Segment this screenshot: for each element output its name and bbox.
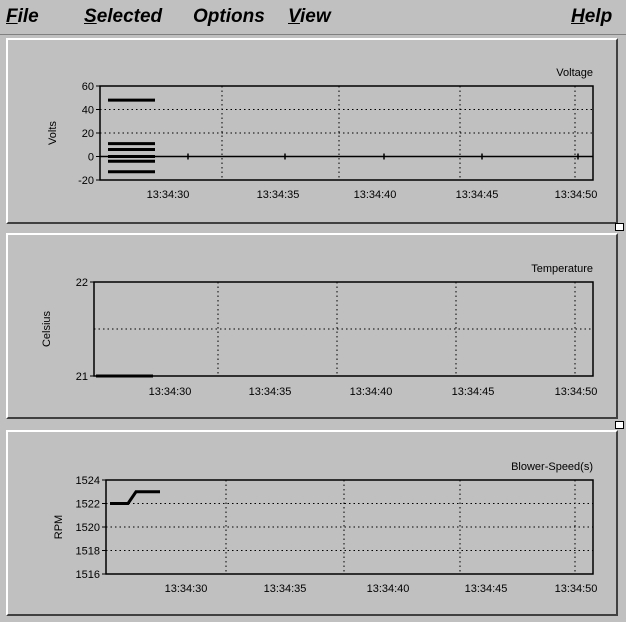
y-tick-label: 22 bbox=[76, 277, 88, 289]
menu-file[interactable]: File bbox=[6, 6, 39, 28]
x-tick-label: 13:34:45 bbox=[465, 583, 508, 595]
x-tick-label: 13:34:45 bbox=[452, 386, 495, 398]
y-tick-label: 0 bbox=[88, 152, 94, 164]
menu-bar: File Selected Options View Help bbox=[0, 0, 626, 35]
y-tick-label: 1522 bbox=[76, 499, 100, 511]
x-tick-label: 13:34:30 bbox=[149, 386, 192, 398]
y-tick-label: 40 bbox=[82, 105, 94, 117]
y-tick-label: 60 bbox=[82, 81, 94, 93]
y-tick-label: -20 bbox=[78, 175, 94, 187]
temperature-chart: 22 21 13:34:30 13:34:35 13:34:40 13:34:45 13:3… bbox=[41, 263, 598, 398]
x-tick-label: 13:34:35 bbox=[257, 189, 300, 201]
blower-speed-chart: 1524 1522 1520 1518 1516 13:34:30 13:34:35 13:3… bbox=[53, 461, 598, 595]
y-axis-label: RPM bbox=[53, 515, 65, 539]
splitter-2[interactable] bbox=[0, 419, 626, 429]
y-tick-label: 1516 bbox=[76, 569, 100, 581]
menu-options[interactable]: Options bbox=[193, 6, 265, 28]
menu-view[interactable]: View bbox=[288, 6, 331, 28]
x-tick-label: 13:34:35 bbox=[249, 386, 292, 398]
voltage-chart: 60 40 20 0 -20 13:34:30 13:34:35 13:34:40 13:34:… bbox=[47, 67, 598, 201]
voltage-panel: 60 40 20 0 -20 13:34:30 13:34:35 13:34:40 13:34:… bbox=[6, 38, 618, 224]
y-tick-label: 21 bbox=[76, 371, 88, 383]
x-tick-label: 13:34:50 bbox=[555, 189, 598, 201]
splitter-1-handle[interactable] bbox=[615, 223, 624, 231]
chart-title: Blower-Speed(s) bbox=[511, 461, 593, 473]
x-tick-label: 13:34:50 bbox=[555, 583, 598, 595]
y-tick-label: 1520 bbox=[76, 522, 100, 534]
splitter-1[interactable] bbox=[0, 223, 626, 231]
y-tick-label: 1524 bbox=[76, 475, 100, 487]
x-tick-label: 13:34:30 bbox=[147, 189, 190, 201]
blower-speed-panel: 1524 1522 1520 1518 1516 13:34:30 13:34:35 13:3… bbox=[6, 430, 618, 616]
menu-selected[interactable]: Selected bbox=[84, 6, 162, 28]
y-tick-label: 1518 bbox=[76, 546, 100, 558]
x-tick-label: 13:34:35 bbox=[264, 583, 307, 595]
y-axis-label: Volts bbox=[47, 121, 59, 145]
x-tick-label: 13:34:40 bbox=[354, 189, 397, 201]
menu-help[interactable]: Help bbox=[571, 6, 612, 28]
x-tick-label: 13:34:40 bbox=[367, 583, 410, 595]
y-tick-label: 20 bbox=[82, 128, 94, 140]
x-tick-label: 13:34:50 bbox=[555, 386, 598, 398]
x-tick-label: 13:34:40 bbox=[350, 386, 393, 398]
x-tick-label: 13:34:45 bbox=[456, 189, 499, 201]
chart-title: Temperature bbox=[531, 263, 593, 275]
x-tick-label: 13:34:30 bbox=[165, 583, 208, 595]
chart-title: Voltage bbox=[556, 67, 593, 79]
splitter-2-handle[interactable] bbox=[615, 421, 624, 429]
y-axis-label: Celsius bbox=[41, 310, 53, 347]
temperature-panel: 22 21 13:34:30 13:34:35 13:34:40 13:34:45 13:3… bbox=[6, 233, 618, 419]
